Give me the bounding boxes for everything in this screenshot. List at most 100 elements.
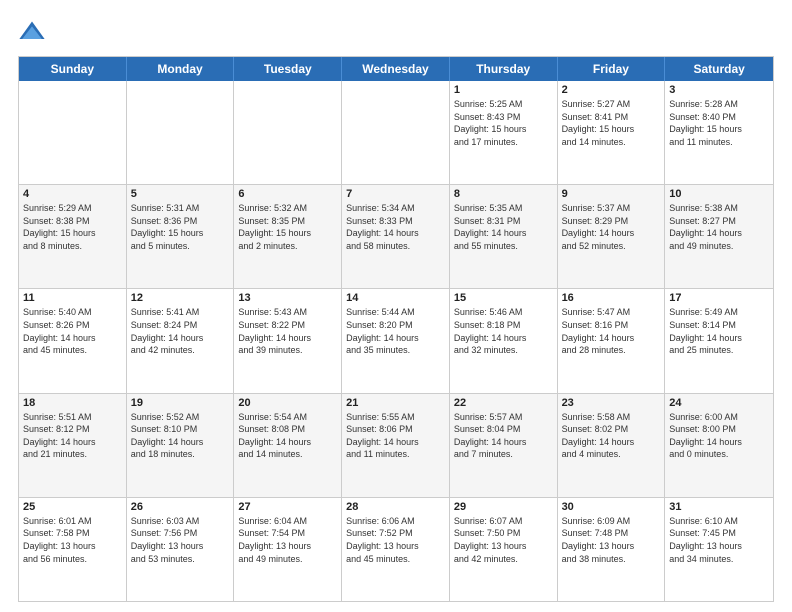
calendar-row-0: 1Sunrise: 5:25 AM Sunset: 8:43 PM Daylig…	[19, 81, 773, 184]
day-number: 18	[23, 397, 122, 409]
day-number: 6	[238, 188, 337, 200]
cal-cell-0-2	[234, 81, 342, 184]
logo	[18, 18, 50, 46]
cal-cell-4-6: 31Sunrise: 6:10 AM Sunset: 7:45 PM Dayli…	[665, 498, 773, 601]
cal-cell-4-5: 30 Sunrise: 6:09 AM Sunset: 7:48 PM Dayli…	[558, 498, 666, 601]
cal-cell-3-1: 19 Sunrise: 5:52 AM Sunset: 8:10 PM Dayli…	[127, 394, 235, 497]
cal-cell-0-1	[127, 81, 235, 184]
cal-cell-2-6: 17Sunrise: 5:49 AM Sunset: 8:14 PM Dayli…	[665, 289, 773, 392]
calendar-header: SundayMondayTuesdayWednesdayThursdayFrid…	[19, 57, 773, 81]
calendar-row-2: 11 Sunrise: 5:40 AM Sunset: 8:26 PM Dayli…	[19, 288, 773, 392]
day-number: 13	[238, 292, 337, 304]
cal-cell-3-6: 24Sunrise: 6:00 AM Sunset: 8:00 PM Dayli…	[665, 394, 773, 497]
day-number: 15	[454, 292, 553, 304]
day-info: Sunrise: 5:25 AM Sunset: 8:43 PM Dayligh…	[454, 98, 553, 148]
day-number: 8	[454, 188, 553, 200]
day-number: 28	[346, 501, 445, 513]
cal-cell-4-2: 27 Sunrise: 6:04 AM Sunset: 7:54 PM Dayli…	[234, 498, 342, 601]
day-info: Sunrise: 5:35 AM Sunset: 8:31 PM Dayligh…	[454, 202, 553, 252]
day-info: Sunrise: 5:44 AM Sunset: 8:20 PM Dayligh…	[346, 306, 445, 356]
day-info: Sunrise: 6:09 AM Sunset: 7:48 PM Dayligh…	[562, 515, 661, 565]
day-info: Sunrise: 5:55 AM Sunset: 8:06 PM Dayligh…	[346, 411, 445, 461]
calendar-body: 1Sunrise: 5:25 AM Sunset: 8:43 PM Daylig…	[19, 81, 773, 601]
cal-cell-4-1: 26 Sunrise: 6:03 AM Sunset: 7:56 PM Dayli…	[127, 498, 235, 601]
day-number: 29	[454, 501, 553, 513]
calendar-row-4: 25 Sunrise: 6:01 AM Sunset: 7:58 PM Dayli…	[19, 497, 773, 601]
day-info: Sunrise: 5:43 AM Sunset: 8:22 PM Dayligh…	[238, 306, 337, 356]
calendar-row-3: 18Sunrise: 5:51 AM Sunset: 8:12 PM Dayli…	[19, 393, 773, 497]
day-info: Sunrise: 5:57 AM Sunset: 8:04 PM Dayligh…	[454, 411, 553, 461]
day-info: Sunrise: 5:58 AM Sunset: 8:02 PM Dayligh…	[562, 411, 661, 461]
day-info: Sunrise: 5:40 AM Sunset: 8:26 PM Dayligh…	[23, 306, 122, 356]
day-number: 9	[562, 188, 661, 200]
day-number: 11	[23, 292, 122, 304]
cal-cell-4-3: 28 Sunrise: 6:06 AM Sunset: 7:52 PM Dayli…	[342, 498, 450, 601]
day-info: Sunrise: 5:41 AM Sunset: 8:24 PM Dayligh…	[131, 306, 230, 356]
cal-cell-1-4: 8 Sunrise: 5:35 AM Sunset: 8:31 PM Daylig…	[450, 185, 558, 288]
day-number: 21	[346, 397, 445, 409]
day-number: 30	[562, 501, 661, 513]
cal-cell-1-1: 5 Sunrise: 5:31 AM Sunset: 8:36 PM Daylig…	[127, 185, 235, 288]
cal-cell-1-3: 7Sunrise: 5:34 AM Sunset: 8:33 PM Daylig…	[342, 185, 450, 288]
day-number: 10	[669, 188, 769, 200]
day-number: 22	[454, 397, 553, 409]
day-number: 27	[238, 501, 337, 513]
cal-cell-0-3	[342, 81, 450, 184]
cal-cell-4-0: 25 Sunrise: 6:01 AM Sunset: 7:58 PM Dayli…	[19, 498, 127, 601]
day-info: Sunrise: 6:10 AM Sunset: 7:45 PM Dayligh…	[669, 515, 769, 565]
day-info: Sunrise: 6:01 AM Sunset: 7:58 PM Dayligh…	[23, 515, 122, 565]
calendar-row-1: 4 Sunrise: 5:29 AM Sunset: 8:38 PM Daylig…	[19, 184, 773, 288]
logo-icon	[18, 18, 46, 46]
page: SundayMondayTuesdayWednesdayThursdayFrid…	[0, 0, 792, 612]
cal-cell-0-6: 3 Sunrise: 5:28 AM Sunset: 8:40 PM Daylig…	[665, 81, 773, 184]
cal-cell-0-4: 1Sunrise: 5:25 AM Sunset: 8:43 PM Daylig…	[450, 81, 558, 184]
cal-cell-0-5: 2Sunrise: 5:27 AM Sunset: 8:41 PM Daylig…	[558, 81, 666, 184]
cal-cell-2-5: 16Sunrise: 5:47 AM Sunset: 8:16 PM Dayli…	[558, 289, 666, 392]
cal-cell-1-5: 9 Sunrise: 5:37 AM Sunset: 8:29 PM Daylig…	[558, 185, 666, 288]
cal-cell-2-0: 11 Sunrise: 5:40 AM Sunset: 8:26 PM Dayli…	[19, 289, 127, 392]
cal-cell-0-0	[19, 81, 127, 184]
day-number: 2	[562, 84, 661, 96]
header-day-monday: Monday	[127, 57, 235, 81]
cal-cell-3-5: 23 Sunrise: 5:58 AM Sunset: 8:02 PM Dayli…	[558, 394, 666, 497]
header-day-sunday: Sunday	[19, 57, 127, 81]
day-info: Sunrise: 5:52 AM Sunset: 8:10 PM Dayligh…	[131, 411, 230, 461]
day-number: 5	[131, 188, 230, 200]
day-info: Sunrise: 5:46 AM Sunset: 8:18 PM Dayligh…	[454, 306, 553, 356]
header-day-saturday: Saturday	[665, 57, 773, 81]
day-info: Sunrise: 6:06 AM Sunset: 7:52 PM Dayligh…	[346, 515, 445, 565]
header-day-thursday: Thursday	[450, 57, 558, 81]
cal-cell-3-0: 18Sunrise: 5:51 AM Sunset: 8:12 PM Dayli…	[19, 394, 127, 497]
day-number: 14	[346, 292, 445, 304]
day-info: Sunrise: 6:07 AM Sunset: 7:50 PM Dayligh…	[454, 515, 553, 565]
day-info: Sunrise: 5:28 AM Sunset: 8:40 PM Dayligh…	[669, 98, 769, 148]
day-number: 23	[562, 397, 661, 409]
day-number: 25	[23, 501, 122, 513]
header-day-friday: Friday	[558, 57, 666, 81]
cal-cell-2-1: 12Sunrise: 5:41 AM Sunset: 8:24 PM Dayli…	[127, 289, 235, 392]
cal-cell-1-0: 4 Sunrise: 5:29 AM Sunset: 8:38 PM Daylig…	[19, 185, 127, 288]
day-info: Sunrise: 5:29 AM Sunset: 8:38 PM Dayligh…	[23, 202, 122, 252]
cal-cell-2-2: 13 Sunrise: 5:43 AM Sunset: 8:22 PM Dayli…	[234, 289, 342, 392]
cal-cell-2-4: 15 Sunrise: 5:46 AM Sunset: 8:18 PM Dayli…	[450, 289, 558, 392]
day-number: 17	[669, 292, 769, 304]
day-number: 4	[23, 188, 122, 200]
day-info: Sunrise: 6:00 AM Sunset: 8:00 PM Dayligh…	[669, 411, 769, 461]
day-number: 20	[238, 397, 337, 409]
day-info: Sunrise: 5:34 AM Sunset: 8:33 PM Dayligh…	[346, 202, 445, 252]
day-info: Sunrise: 5:32 AM Sunset: 8:35 PM Dayligh…	[238, 202, 337, 252]
day-info: Sunrise: 5:31 AM Sunset: 8:36 PM Dayligh…	[131, 202, 230, 252]
day-number: 19	[131, 397, 230, 409]
day-number: 26	[131, 501, 230, 513]
header-day-tuesday: Tuesday	[234, 57, 342, 81]
cal-cell-4-4: 29 Sunrise: 6:07 AM Sunset: 7:50 PM Dayli…	[450, 498, 558, 601]
cal-cell-3-3: 21 Sunrise: 5:55 AM Sunset: 8:06 PM Dayli…	[342, 394, 450, 497]
day-info: Sunrise: 6:03 AM Sunset: 7:56 PM Dayligh…	[131, 515, 230, 565]
day-info: Sunrise: 5:54 AM Sunset: 8:08 PM Dayligh…	[238, 411, 337, 461]
day-info: Sunrise: 6:04 AM Sunset: 7:54 PM Dayligh…	[238, 515, 337, 565]
cal-cell-1-2: 6 Sunrise: 5:32 AM Sunset: 8:35 PM Daylig…	[234, 185, 342, 288]
cal-cell-1-6: 10Sunrise: 5:38 AM Sunset: 8:27 PM Dayli…	[665, 185, 773, 288]
day-info: Sunrise: 5:37 AM Sunset: 8:29 PM Dayligh…	[562, 202, 661, 252]
day-number: 3	[669, 84, 769, 96]
day-number: 16	[562, 292, 661, 304]
